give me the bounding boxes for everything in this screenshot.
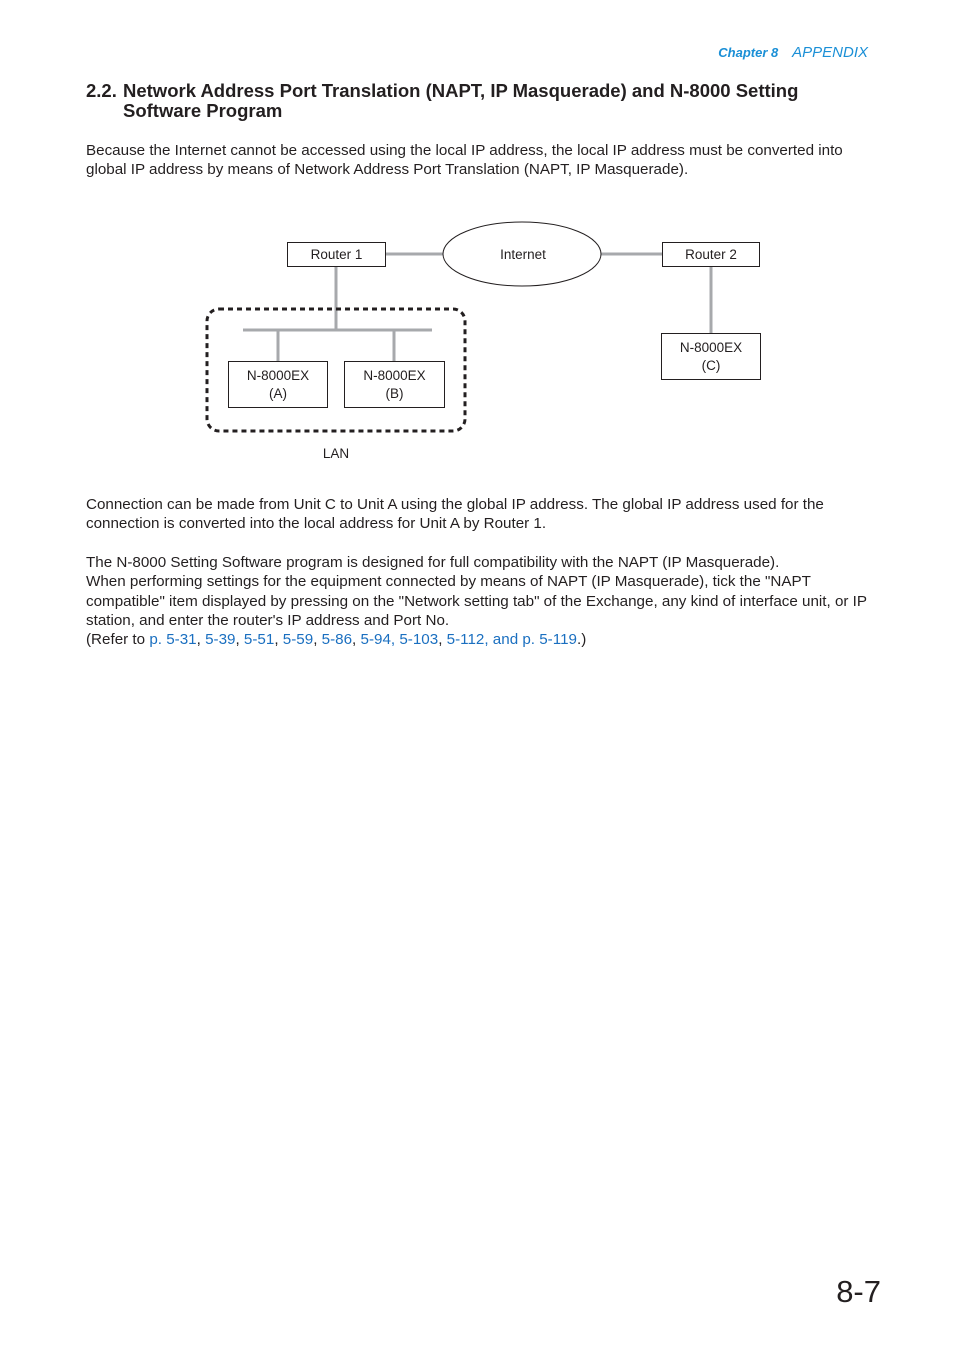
section-title: 2.2. Network Address Port Translation (NA… — [86, 81, 876, 121]
ref-separator: , — [352, 631, 361, 649]
ref-separator: , — [235, 631, 244, 649]
section-title-line2: Software Program — [123, 100, 283, 121]
router-2-label: Router 2 — [685, 246, 737, 262]
compat-sentence-1: The N-8000 Setting Software program is d… — [86, 554, 780, 571]
ref-link[interactable]: 5-112, and p. 5-119 — [447, 631, 577, 648]
unit-a-id: (A) — [269, 385, 287, 401]
unit-b-id: (B) — [385, 385, 404, 401]
network-diagram — [205, 221, 713, 433]
intro-paragraph: Because the Internet cannot be accessed … — [86, 142, 843, 179]
router-1-label: Router 1 — [310, 246, 363, 262]
page-number: 8-7 — [836, 1274, 881, 1309]
reference-line: (Refer to p. 5-31, 5-39, 5-51, 5-59, 5-8… — [86, 630, 871, 649]
ref-link[interactable]: 5-94, 5-103 — [361, 631, 439, 648]
unit-a-model: N-8000EX — [246, 367, 310, 383]
ref-link[interactable]: 5-51 — [244, 631, 274, 648]
unit-c-model: N-8000EX — [679, 339, 743, 355]
unit-a-box: N-8000EX (A) — [228, 361, 328, 408]
refer-suffix: .) — [576, 631, 587, 649]
ref-link[interactable]: 5-39 — [205, 631, 235, 648]
ref-separator: , — [274, 631, 283, 649]
unit-b-model: N-8000EX — [363, 367, 426, 383]
refer-prefix: (Refer to — [86, 631, 150, 649]
lan-label: LAN — [322, 446, 350, 461]
running-header: Chapter 8 APPENDIX — [718, 44, 868, 61]
section-title-line1: Network Address Port Translation (NAPT, … — [123, 80, 799, 101]
chapter-label: Chapter 8 — [718, 45, 779, 60]
ref-separator: , — [196, 631, 206, 649]
ref-separator: , — [438, 631, 447, 649]
unit-b-box: N-8000EX (B) — [344, 361, 445, 408]
compatibility-paragraph: The N-8000 Setting Software program is d… — [86, 553, 871, 649]
ref-link[interactable]: 5-86 — [322, 631, 352, 648]
compat-sentence-2: When performing settings for the equipme… — [86, 573, 867, 629]
router-1-box: Router 1 — [287, 242, 386, 267]
section-number: 2.2. — [86, 80, 117, 101]
internet-label: Internet — [500, 247, 546, 262]
ref-link[interactable]: 5-59 — [283, 631, 313, 648]
unit-c-box: N-8000EX (C) — [661, 333, 761, 380]
connection-paragraph: Connection can be made from Unit C to Un… — [86, 496, 824, 533]
unit-c-id: (C) — [701, 357, 721, 373]
section-label: APPENDIX — [792, 44, 868, 61]
ref-link[interactable]: p. 5-31 — [149, 631, 196, 648]
ref-separator: , — [313, 631, 322, 649]
router-2-box: Router 2 — [662, 242, 760, 267]
